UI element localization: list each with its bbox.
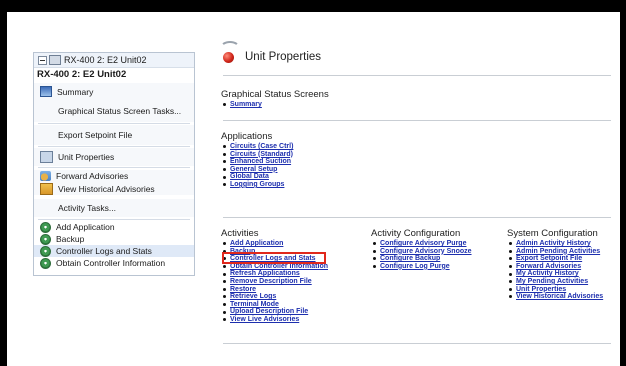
app-link[interactable]: Global Data xyxy=(221,173,293,181)
menu-item-label: Summary xyxy=(57,86,94,97)
action-label: Backup xyxy=(56,234,85,244)
screenshot-canvas: RX-400 2: E2 Unit02 RX-400 2: E2 Unit02 … xyxy=(7,12,620,366)
menu-item-label: Activity Tasks... xyxy=(58,203,116,213)
activity-link[interactable]: Terminal Mode xyxy=(221,301,328,309)
action-label: Obtain Controller Information xyxy=(56,258,166,268)
section-divider xyxy=(223,343,611,344)
menu-item-view-historical[interactable]: View Historical Advisories xyxy=(34,182,194,195)
system-link[interactable]: Admin Activity History xyxy=(507,240,603,248)
activity-configuration-section: Activity Configuration Configure Advisor… xyxy=(371,228,472,270)
activity-link[interactable]: Upload Description File xyxy=(221,308,328,316)
run-action-icon xyxy=(40,257,51,269)
system-configuration-section: System Configuration Admin Activity Hist… xyxy=(507,228,603,301)
system-link[interactable]: My Activity History xyxy=(507,270,603,278)
highlight-box xyxy=(222,252,326,264)
section-heading: Graphical Status Screens xyxy=(221,89,329,100)
section-divider xyxy=(223,120,611,121)
config-link[interactable]: Configure Advisory Purge xyxy=(371,240,472,248)
system-link[interactable]: Export Setpoint File xyxy=(507,255,603,263)
section-heading: Activities xyxy=(221,228,259,239)
activity-link[interactable]: Refresh Applications xyxy=(221,270,328,278)
app-link[interactable]: Circuits (Case Ctrl) xyxy=(221,143,293,151)
unit-properties-panel: Unit Properties Graphical Status Screens… xyxy=(212,37,620,357)
menu-item-label: Graphical Status Screen Tasks... xyxy=(58,106,182,116)
menu-item-graphical-tasks[interactable]: Graphical Status Screen Tasks... ▶ xyxy=(34,100,194,122)
signal-icon xyxy=(220,40,240,55)
menu-item-label: View Historical Advisories xyxy=(58,183,155,194)
menu-divider xyxy=(38,167,190,168)
applications-section: Applications Circuits (Case Ctrl) Circui… xyxy=(221,131,293,189)
menu-item-label: Forward Advisories xyxy=(56,171,129,181)
menu-divider xyxy=(38,146,190,147)
collapse-toggle-icon[interactable] xyxy=(38,55,47,65)
config-link[interactable]: Configure Backup xyxy=(371,255,472,263)
menu-divider xyxy=(38,219,190,220)
app-link[interactable]: Circuits (Standard) xyxy=(221,151,293,159)
forward-advisories-icon xyxy=(40,171,51,181)
menu-item-unit-properties[interactable]: Unit Properties xyxy=(34,148,194,166)
section-heading: Activity Configuration xyxy=(371,228,461,239)
system-link[interactable]: View Historical Advisories xyxy=(507,293,603,301)
section-heading: Applications xyxy=(221,131,273,142)
page-title: Unit Properties xyxy=(245,51,322,63)
summary-screen-icon xyxy=(40,86,52,97)
section-divider xyxy=(223,75,611,76)
section-divider xyxy=(223,217,611,218)
action-obtain-controller-info[interactable]: Obtain Controller Information xyxy=(34,257,194,269)
panel-header: Unit Properties xyxy=(220,40,322,63)
unit-properties-icon xyxy=(40,151,53,163)
action-label: Controller Logs and Stats xyxy=(56,246,152,256)
config-link[interactable]: Configure Log Purge xyxy=(371,263,472,271)
config-link[interactable]: Configure Advisory Snooze xyxy=(371,248,472,256)
link-summary[interactable]: Summary xyxy=(221,101,329,109)
section-heading: System Configuration xyxy=(507,228,598,239)
run-action-icon xyxy=(40,245,51,257)
menu-item-summary[interactable]: Summary xyxy=(34,83,194,100)
run-action-icon xyxy=(40,221,51,233)
tree-node-label[interactable]: RX-400 2: E2 Unit02 xyxy=(64,55,147,65)
system-link[interactable]: My Pending Activities xyxy=(507,278,603,286)
activity-link[interactable]: Retrieve Logs xyxy=(221,293,328,301)
menu-item-forward-advisories[interactable]: Forward Advisories xyxy=(34,170,194,182)
navigation-panel: RX-400 2: E2 Unit02 RX-400 2: E2 Unit02 … xyxy=(33,52,195,276)
menu-divider xyxy=(38,123,190,124)
selected-unit-title: RX-400 2: E2 Unit02 xyxy=(34,68,194,82)
tree-node-row[interactable]: RX-400 2: E2 Unit02 xyxy=(34,53,194,68)
unit-device-icon xyxy=(49,55,61,65)
run-action-icon xyxy=(40,233,51,245)
app-link[interactable]: General Setup xyxy=(221,166,293,174)
graphical-status-section: Graphical Status Screens Summary xyxy=(221,89,329,109)
action-add-application[interactable]: Add Application xyxy=(34,221,194,233)
app-link[interactable]: Logging Groups xyxy=(221,181,293,189)
activity-link[interactable]: Add Application xyxy=(221,240,328,248)
activity-link[interactable]: View Live Advisories xyxy=(221,316,328,324)
action-backup[interactable]: Backup xyxy=(34,233,194,245)
menu-item-export-setpoint[interactable]: Export Setpoint File xyxy=(34,125,194,145)
action-label: Add Application xyxy=(56,222,115,232)
activity-link[interactable]: Remove Description File xyxy=(221,278,328,286)
historical-advisories-icon xyxy=(40,182,53,195)
unit-status-icon xyxy=(220,40,240,63)
system-link[interactable]: Unit Properties xyxy=(507,286,603,294)
system-link[interactable]: Forward Advisories xyxy=(507,263,603,271)
menu-item-activity-tasks[interactable]: Activity Tasks... ▶ xyxy=(34,199,194,217)
menu-item-label: Unit Properties xyxy=(58,152,115,162)
action-controller-logs[interactable]: Controller Logs and Stats xyxy=(34,245,194,257)
activity-link[interactable]: Restore xyxy=(221,286,328,294)
activities-section: Activities Add Application Backup Contro… xyxy=(221,228,328,324)
app-link[interactable]: Enhanced Suction xyxy=(221,158,293,166)
system-link[interactable]: Admin Pending Activities xyxy=(507,248,603,256)
menu-item-label: Export Setpoint File xyxy=(58,130,133,140)
